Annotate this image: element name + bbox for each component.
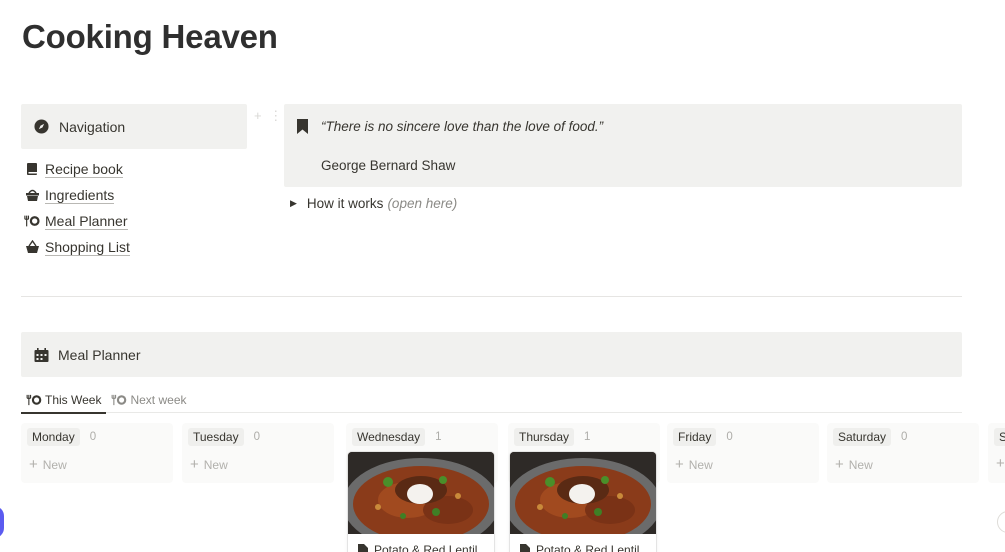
day-count: 0	[253, 431, 260, 443]
triangle-right-icon[interactable]: ▶	[290, 198, 297, 209]
basket-icon	[24, 187, 40, 203]
column-header[interactable]: Tuesday 0	[188, 428, 260, 446]
day-label: Thursday	[514, 428, 575, 446]
meal-planner-heading: Meal Planner	[58, 346, 141, 363]
tab-label: Next week	[130, 393, 187, 407]
calendar-icon	[33, 347, 49, 363]
day-label: Saturday	[833, 428, 892, 446]
tab-next-week[interactable]: Next week	[106, 387, 191, 413]
board-column-saturday: Saturday 0 + New	[827, 423, 979, 552]
view-tabs: This Week Next week	[21, 387, 962, 414]
recipe-card-title: Potato & Red Lentil	[520, 543, 639, 552]
board-column-friday: Friday 0 + New	[667, 423, 819, 552]
day-label: Wednesday	[352, 428, 426, 446]
quote-callout: “There is no sincere love than the love …	[284, 104, 962, 187]
board-column-monday: Monday 0 + New	[21, 423, 173, 552]
column-header[interactable]: Friday 0	[673, 428, 733, 446]
board-column-sunday: S +	[988, 423, 1005, 552]
board-column-thursday: Thursday 1 Potato & Red Lentil	[508, 423, 660, 552]
quote-text: “There is no sincere love than the love …	[321, 119, 604, 134]
quote-author: George Bernard Shaw	[321, 158, 456, 173]
navigation-callout: Navigation	[21, 104, 247, 149]
day-label: Friday	[673, 428, 717, 446]
new-card-button[interactable]: + New	[675, 456, 713, 473]
board-column-wednesday: Wednesday 1 Potato & Red Lentil	[346, 423, 498, 552]
recipe-card-title-text: Potato & Red Lentil	[536, 543, 640, 552]
nav-link-meal-planner[interactable]: Meal Planner	[24, 208, 254, 234]
recipe-card-title: Potato & Red Lentil	[358, 543, 477, 552]
day-label: Monday	[27, 428, 80, 446]
new-card-label: New	[42, 458, 67, 472]
recipe-card[interactable]: Potato & Red Lentil	[348, 452, 494, 552]
shopping-basket-icon	[24, 239, 40, 255]
navigation-heading: Navigation	[59, 118, 126, 135]
help-bubble[interactable]	[0, 506, 4, 538]
nav-link-ingredients[interactable]: Ingredients	[24, 182, 254, 208]
divider	[21, 296, 962, 297]
nav-link-label: Ingredients	[45, 186, 115, 204]
column-header[interactable]: Wednesday 1	[352, 428, 442, 446]
compass-icon	[33, 119, 49, 135]
new-card-button[interactable]: + New	[190, 456, 228, 473]
navigation-list: Recipe book Ingredients Meal Planner Sho…	[24, 156, 254, 260]
plus-icon: +	[190, 456, 199, 473]
recipe-photo	[348, 452, 494, 534]
column-header[interactable]: S	[994, 428, 1005, 446]
plus-icon: +	[675, 456, 684, 473]
new-card-button[interactable]: + New	[29, 456, 67, 473]
page-icon	[358, 544, 368, 552]
recipe-card[interactable]: Potato & Red Lentil	[510, 452, 656, 552]
nav-link-label: Meal Planner	[45, 212, 128, 230]
book-icon	[24, 161, 40, 177]
new-card-button[interactable]: +	[996, 455, 1005, 472]
new-card-button[interactable]: + New	[835, 456, 873, 473]
nav-link-label: Shopping List	[45, 238, 130, 256]
day-count: 0	[89, 431, 97, 443]
recipe-photo	[510, 452, 656, 534]
toggle-hint: (open here)	[387, 196, 458, 211]
fork-plate-icon	[26, 394, 42, 406]
toggle-label: How it works	[306, 196, 384, 211]
meal-planner-board: Monday 0 + New Tuesday 0 + New Wednesday 1	[21, 423, 1005, 552]
plus-icon: +	[996, 455, 1005, 472]
meal-planner-callout: Meal Planner	[21, 332, 962, 377]
recipe-card-title-text: Potato & Red Lentil	[374, 543, 478, 552]
day-count: 1	[435, 431, 442, 443]
tab-label: This Week	[45, 393, 102, 407]
tab-this-week[interactable]: This Week	[21, 387, 107, 414]
day-label: Tuesday	[188, 428, 244, 446]
page-title: Cooking Heaven	[22, 18, 278, 55]
plus-icon: +	[835, 456, 844, 473]
page-icon	[520, 544, 530, 552]
column-header[interactable]: Monday 0	[27, 428, 96, 446]
new-card-label: New	[203, 458, 228, 472]
new-card-label: New	[688, 458, 713, 472]
nav-link-shopping-list[interactable]: Shopping List	[24, 234, 254, 260]
board-column-tuesday: Tuesday 0 + New	[182, 423, 334, 552]
plus-icon: +	[29, 456, 38, 473]
bookmark-icon	[297, 119, 311, 135]
fork-plate-icon	[111, 394, 127, 406]
fork-plate-icon	[24, 213, 40, 229]
day-count: 1	[584, 431, 591, 443]
day-label: S	[994, 428, 1005, 446]
how-it-works-toggle[interactable]: ▶ How it works (open here)	[290, 196, 457, 211]
day-count: 0	[901, 431, 908, 443]
column-header[interactable]: Thursday 1	[514, 428, 590, 446]
nav-link-recipe-book[interactable]: Recipe book	[24, 156, 254, 182]
new-card-label: New	[848, 458, 873, 472]
nav-link-label: Recipe book	[45, 160, 123, 178]
day-count: 0	[726, 431, 733, 443]
column-header[interactable]: Saturday 0	[833, 428, 907, 446]
